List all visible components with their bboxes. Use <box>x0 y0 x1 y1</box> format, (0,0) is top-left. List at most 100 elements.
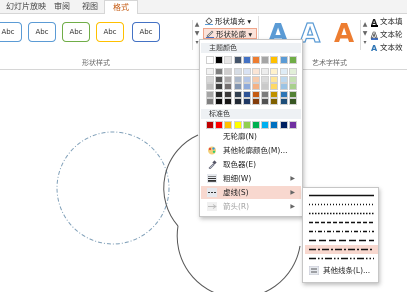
theme-color-swatch[interactable] <box>261 83 270 91</box>
theme-color-swatch[interactable] <box>242 83 251 91</box>
theme-color-swatch[interactable] <box>279 98 288 106</box>
theme-color-swatch[interactable] <box>270 98 279 106</box>
theme-color-swatch[interactable] <box>261 98 270 106</box>
theme-color-swatch[interactable] <box>206 56 214 64</box>
tab-review[interactable]: 审阅 <box>54 0 76 14</box>
theme-color-swatch[interactable] <box>242 75 251 83</box>
theme-color-swatch[interactable] <box>215 56 224 64</box>
theme-color-swatch[interactable] <box>288 68 297 75</box>
tab-slideshow[interactable]: 幻灯片放映 <box>6 0 50 14</box>
text-effects-button[interactable]: A 文本效 <box>371 42 403 53</box>
wordart-sample-outline[interactable]: A <box>299 19 320 48</box>
theme-color-swatch[interactable] <box>270 83 279 91</box>
shape-style-sample[interactable]: Abc <box>96 22 124 42</box>
chevron-up-icon[interactable]: ▲ <box>361 20 369 29</box>
standard-color-swatch[interactable] <box>261 121 270 129</box>
standard-color-swatch[interactable] <box>206 121 214 129</box>
theme-color-swatch[interactable] <box>215 83 224 91</box>
standard-color-swatch[interactable] <box>288 121 297 129</box>
theme-color-swatch[interactable] <box>261 75 270 83</box>
theme-color-swatch[interactable] <box>261 90 270 98</box>
theme-color-swatch[interactable] <box>233 68 242 75</box>
shape-outline-button[interactable]: 形状轮廓 ▾ <box>203 28 257 39</box>
shape-style-sample[interactable]: Abc <box>62 22 90 42</box>
theme-color-swatch[interactable] <box>279 90 288 98</box>
theme-color-swatch[interactable] <box>215 68 224 75</box>
dashed-circle-shape[interactable] <box>56 131 170 245</box>
standard-color-swatch[interactable] <box>252 121 260 129</box>
wordart-sample-orange[interactable]: A <box>334 20 354 48</box>
theme-color-swatch[interactable] <box>270 75 279 83</box>
theme-color-swatch[interactable] <box>288 75 297 83</box>
no-outline-item[interactable]: 无轮廓(N) <box>201 130 301 143</box>
theme-color-swatch[interactable] <box>215 75 224 83</box>
theme-color-swatch[interactable] <box>224 68 233 75</box>
standard-color-swatch[interactable] <box>233 121 242 129</box>
theme-color-swatch[interactable] <box>242 56 251 64</box>
standard-color-swatch[interactable] <box>224 121 233 129</box>
text-outline-button[interactable]: A 文本轮 <box>371 29 403 40</box>
theme-color-swatch[interactable] <box>233 83 242 91</box>
line-weight-item[interactable]: 粗细(W) ▶ <box>201 172 301 185</box>
theme-color-swatch[interactable] <box>252 98 260 106</box>
theme-color-swatch[interactable] <box>224 98 233 106</box>
text-fill-button[interactable]: A 文本填 <box>371 16 403 27</box>
theme-color-swatch[interactable] <box>242 98 251 106</box>
wordart-gallery-scroll[interactable]: ▲ ▼ ▾ <box>360 20 369 50</box>
standard-color-swatch[interactable] <box>279 121 288 129</box>
theme-color-swatch[interactable] <box>288 56 297 64</box>
theme-color-swatch[interactable] <box>288 90 297 98</box>
chevron-down-icon[interactable]: ▼ <box>193 29 201 38</box>
theme-color-swatch[interactable] <box>206 68 214 75</box>
eyedropper-item[interactable]: 取色器(E) <box>201 158 301 171</box>
theme-color-swatch[interactable] <box>252 83 260 91</box>
shape-fill-button[interactable]: 形状填充 ▾ <box>205 16 251 27</box>
theme-color-swatch[interactable] <box>233 90 242 98</box>
theme-color-swatch[interactable] <box>215 90 224 98</box>
standard-color-swatch[interactable] <box>242 121 251 129</box>
shape-style-sample[interactable]: Abc <box>28 22 56 42</box>
theme-color-swatch[interactable] <box>252 90 260 98</box>
theme-color-swatch[interactable] <box>224 83 233 91</box>
chevron-down-icon[interactable]: ▼ <box>361 29 369 38</box>
theme-color-swatch[interactable] <box>242 68 251 75</box>
shape-style-sample[interactable]: Abc <box>132 22 160 42</box>
theme-color-swatch[interactable] <box>252 75 260 83</box>
theme-color-swatch[interactable] <box>279 68 288 75</box>
tab-view[interactable]: 视图 <box>82 0 104 14</box>
theme-color-swatch[interactable] <box>224 90 233 98</box>
theme-color-swatch[interactable] <box>233 56 242 64</box>
theme-color-swatch[interactable] <box>206 83 214 91</box>
theme-color-swatch[interactable] <box>224 56 233 64</box>
theme-color-swatch[interactable] <box>261 56 270 64</box>
theme-color-swatch[interactable] <box>270 90 279 98</box>
theme-color-swatch[interactable] <box>270 68 279 75</box>
standard-color-swatch[interactable] <box>215 121 224 129</box>
theme-color-swatch[interactable] <box>252 56 260 64</box>
theme-color-swatch[interactable] <box>279 56 288 64</box>
more-outline-colors-item[interactable]: 其他轮廓颜色(M)... <box>201 144 301 157</box>
theme-color-swatch[interactable] <box>288 98 297 106</box>
more-lines-item[interactable]: 其他线条(L)... <box>305 264 378 277</box>
gallery-expand-icon[interactable]: ▾ <box>361 38 369 47</box>
theme-color-swatch[interactable] <box>270 56 279 64</box>
theme-color-swatch[interactable] <box>206 98 214 106</box>
theme-color-swatch[interactable] <box>206 90 214 98</box>
theme-color-swatch[interactable] <box>215 98 224 106</box>
theme-color-swatch[interactable] <box>279 83 288 91</box>
theme-color-swatch[interactable] <box>242 90 251 98</box>
theme-color-swatch[interactable] <box>279 75 288 83</box>
standard-color-swatch[interactable] <box>270 121 279 129</box>
theme-color-swatch[interactable] <box>224 75 233 83</box>
dash-item[interactable]: 虚线(S) ▶ <box>201 186 301 199</box>
tab-format[interactable]: 格式 <box>104 0 138 15</box>
theme-color-swatch[interactable] <box>233 75 242 83</box>
theme-color-swatch[interactable] <box>261 68 270 75</box>
theme-color-swatch[interactable] <box>288 83 297 91</box>
theme-color-swatch[interactable] <box>233 98 242 106</box>
shape-style-sample[interactable]: Abc <box>0 22 22 42</box>
selected-circle-shape-lower[interactable] <box>176 225 301 292</box>
chevron-up-icon[interactable]: ▲ <box>193 20 201 29</box>
theme-color-swatch[interactable] <box>206 75 214 83</box>
theme-color-swatch[interactable] <box>252 68 260 75</box>
